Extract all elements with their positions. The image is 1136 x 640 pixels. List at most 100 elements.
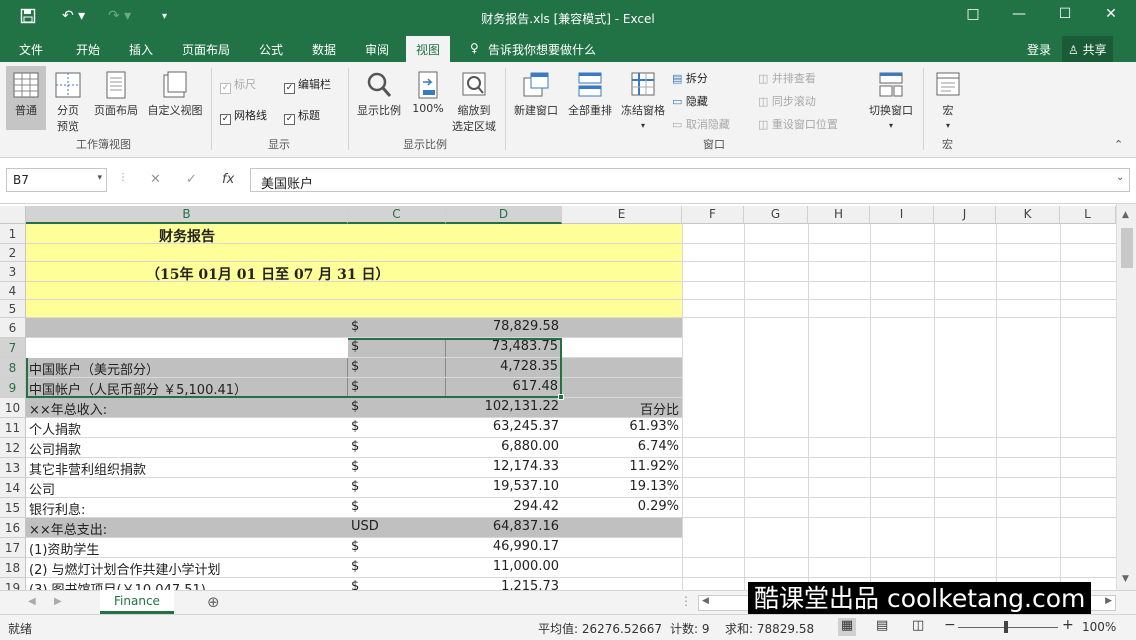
cell-d18[interactable]: 11,000.00 [446,558,562,577]
split-button[interactable]: ▤ 拆分 [672,70,708,86]
select-all-corner[interactable] [0,206,26,224]
row-header[interactable]: 1 [0,224,26,244]
tab-review[interactable]: 审阅 [365,41,389,58]
scroll-down-icon[interactable]: ▼ [1122,574,1129,584]
row-header[interactable]: 13 [0,458,26,478]
custom-views-button[interactable]: 自定义视图 [144,70,206,118]
cell-c5[interactable] [348,300,446,317]
cell-d6[interactable]: 78,829.58 [446,318,562,337]
column-header[interactable]: H [808,206,870,224]
cell-d9[interactable]: 617.48 [446,378,562,397]
view-side-by-side-button[interactable]: ◫ 并排查看 [758,70,816,86]
cell-d11[interactable]: 63,245.37 [446,418,562,437]
cell-e10[interactable]: 百分比 [562,398,682,417]
cell-e14[interactable]: 19.13% [562,478,682,497]
row-header[interactable]: 17 [0,538,26,558]
cell-d4[interactable] [446,282,562,299]
cell-c17[interactable]: $ [348,538,446,557]
scroll-up-icon[interactable]: ▲ [1122,210,1129,220]
cell-b9[interactable]: 中国帐户（人民币部分 ￥5,100.41） [26,378,348,397]
column-header[interactable]: D [446,206,562,224]
expand-formula-bar-icon[interactable]: ⌄ [1116,172,1124,183]
row-header[interactable]: 14 [0,478,26,498]
column-header[interactable]: F [682,206,744,224]
tab-file[interactable]: 文件 [19,41,43,58]
cell-d17[interactable]: 46,990.17 [446,538,562,557]
switch-windows-button[interactable]: 切换窗口 ▾ [864,70,918,131]
formula-input[interactable]: 美国账户 [250,168,1130,192]
row-header[interactable]: 12 [0,438,26,458]
close-button[interactable]: ✕ [1096,6,1126,22]
cell-c18[interactable]: $ [348,558,446,577]
cell-e13[interactable]: 11.92% [562,458,682,477]
sync-scroll-button[interactable]: ◫ 同步滚动 [758,93,816,109]
cell-e5[interactable] [562,300,682,317]
prev-sheet-icon[interactable]: ◀ [28,596,36,607]
cell-e4[interactable] [562,282,682,299]
cell-e15[interactable]: 0.29% [562,498,682,517]
row-header[interactable]: 8 [0,358,26,378]
cell-e9[interactable] [562,378,682,397]
tell-me-search[interactable]: 告诉我你想要做什么 [488,41,596,58]
cell-e11[interactable]: 61.93% [562,418,682,437]
collapse-ribbon-icon[interactable]: ⌃ [1114,138,1123,151]
freeze-panes-button[interactable]: 冻结窗格 ▾ [617,70,669,131]
reset-window-button[interactable]: ◫ 重设窗口位置 [758,116,838,132]
tab-insert[interactable]: 插入 [129,41,153,58]
cell-b5[interactable] [26,300,348,317]
cell-c9[interactable]: $ [348,378,446,397]
row-header[interactable]: 4 [0,282,26,300]
cell-e18[interactable] [562,558,682,577]
cell-b19[interactable]: (3) 图书馆项目(￥10,047.51) [26,578,348,590]
tab-home[interactable]: 开始 [76,41,100,58]
headings-checkbox[interactable]: ✓ 标题 [284,107,320,125]
row-header[interactable]: 9 [0,378,26,398]
cell-c12[interactable]: $ [348,438,446,457]
cell-d2[interactable] [446,244,562,261]
worksheet-grid[interactable]: B C D E F G H I J K L 1 财务报告 2 3 （15年 01月 01… [0,204,1136,590]
zoom-slider[interactable] [958,627,1058,628]
zoom-to-selection-button[interactable]: 缩放到 选定区域 [448,70,500,134]
row-header[interactable]: 6 [0,318,26,338]
page-layout-icon[interactable]: ▤ [876,618,888,633]
cell-b8[interactable]: 中国账户（美元部分） [26,358,348,377]
cell-c10[interactable]: $ [348,398,446,417]
cell-c8[interactable]: $ [348,358,446,377]
column-header[interactable]: L [1060,206,1116,224]
sheet-tab-finance[interactable]: Finance [100,590,174,614]
next-sheet-icon[interactable]: ▶ [54,596,62,607]
unhide-button[interactable]: ▭ 取消隐藏 [672,116,730,132]
cell-b11[interactable]: 个人捐款 [26,418,348,437]
normal-view-icon[interactable]: ▦ [838,618,856,636]
cell-c4[interactable] [348,282,446,299]
zoom-out-icon[interactable]: − [944,617,956,633]
arrange-all-button[interactable]: 全部重排 [564,70,616,118]
fill-handle[interactable] [558,394,564,400]
row-header[interactable]: 3 [0,262,26,282]
cell-b3[interactable]: （15年 01月 01 日至 07 月 31 日） [26,262,436,283]
gridlines-checkbox[interactable]: ✓ 网格线 [220,107,267,125]
column-header[interactable]: C [348,206,446,224]
zoom-level[interactable]: 100% [1082,620,1116,634]
row-header[interactable]: 10 [0,398,26,418]
cell-d15[interactable]: 294.42 [446,498,562,517]
cell-c7[interactable]: $ [348,338,446,357]
tab-formulas[interactable]: 公式 [259,41,283,58]
cell-b4[interactable] [26,282,348,299]
cell-d16[interactable]: 64,837.16 [446,518,562,537]
row-header[interactable]: 19 [0,578,26,590]
cell-c16[interactable]: USD [348,518,446,537]
cell-d5[interactable] [446,300,562,317]
row-header[interactable]: 16 [0,518,26,538]
cell-c15[interactable]: $ [348,498,446,517]
column-header[interactable]: E [562,206,682,224]
cell-e6[interactable] [562,318,682,337]
tab-view[interactable]: 视图 [406,36,451,63]
sign-in-link[interactable]: 登录 [1027,41,1051,58]
normal-view-button[interactable]: 普通 [6,66,46,130]
page-break-preview-button[interactable]: 分页 预览 [50,70,86,134]
zoom-100-button[interactable]: 100% [410,70,446,115]
cell-b13[interactable]: 其它非营利组织捐款 [26,458,348,477]
enter-icon[interactable]: ✓ [186,172,197,187]
formula-bar-checkbox[interactable]: ✓ 编辑栏 [284,76,331,94]
